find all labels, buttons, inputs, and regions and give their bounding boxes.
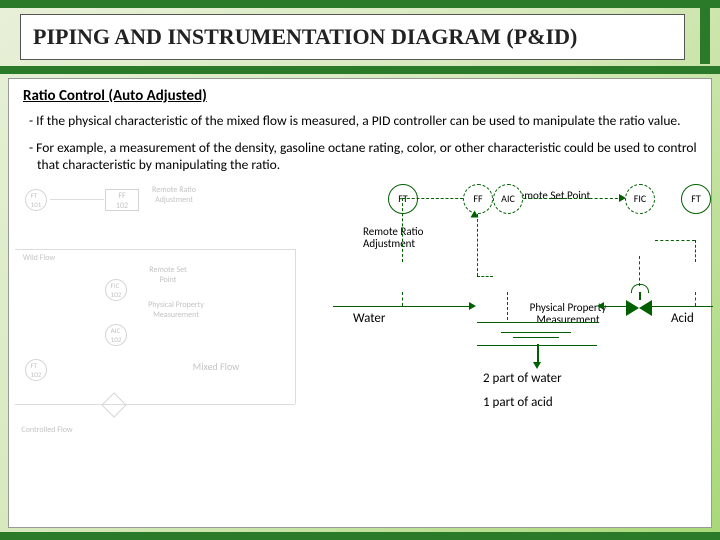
ff-box: FF102 [105, 189, 139, 211]
diagram-area: FT101 FF102 Remote Ratio Adjustment Wild… [23, 184, 697, 444]
page-title: PIPING AND INSTRUMENTATION DIAGRAM (P&ID… [33, 24, 577, 50]
mixer-icon [477, 322, 597, 346]
acid-label: Acid [671, 312, 694, 326]
mixed-flow-label: Mixed Flow [185, 359, 247, 374]
mid-bar [0, 66, 720, 74]
ppm-label: Physical Property Measurement [145, 299, 207, 321]
rra-label: Remote Ratio Adjustment [145, 184, 203, 198]
paragraph-2: - For example, a measurement of the dens… [23, 140, 697, 174]
title-accent [700, 8, 710, 64]
ratio-water-label: 2 part of water [483, 372, 562, 386]
aic-102-symbol: AIC102 [105, 324, 127, 346]
bottom-bar [0, 532, 720, 540]
ratio-acid-label: 1 part of acid [483, 396, 553, 410]
control-valve-icon [626, 300, 652, 316]
aic-symbol: AIC [493, 184, 523, 214]
paragraph-1: - If the physical characteristic of the … [23, 113, 697, 130]
wild-flow-label: Wild Flow [13, 252, 65, 264]
ft-left-symbol: FT [388, 184, 418, 214]
remote-ratio-adjustment-label: Remote Ratio Adjustment [363, 226, 443, 250]
ft-101-symbol: FT101 [25, 189, 47, 211]
top-bar [0, 0, 720, 8]
left-faded-diagram: FT101 FF102 Remote Ratio Adjustment Wild… [15, 184, 315, 444]
fic-symbol: FIC [625, 184, 655, 214]
right-diagram: FF Remote Set Point Remote Ratio Adjustm… [333, 184, 713, 444]
fic-102-symbol: FIC102 [105, 279, 127, 301]
content-panel: Ratio Control (Auto Adjusted) - If the p… [8, 78, 712, 528]
controlled-flow-label: Controlled Flow [11, 424, 83, 436]
water-label: Water [353, 312, 385, 326]
rsp-label: Remote Set Point [145, 264, 191, 286]
ft-right-symbol: FT [681, 184, 711, 214]
remote-set-point-label: Remote Set Point [513, 190, 590, 202]
ff-symbol: FF [463, 184, 493, 214]
ft-102-symbol: FT102 [25, 359, 47, 381]
title-box: PIPING AND INSTRUMENTATION DIAGRAM (P&ID… [20, 14, 685, 60]
slide: PIPING AND INSTRUMENTATION DIAGRAM (P&ID… [0, 0, 720, 540]
section-subtitle: Ratio Control (Auto Adjusted) [23, 87, 697, 105]
